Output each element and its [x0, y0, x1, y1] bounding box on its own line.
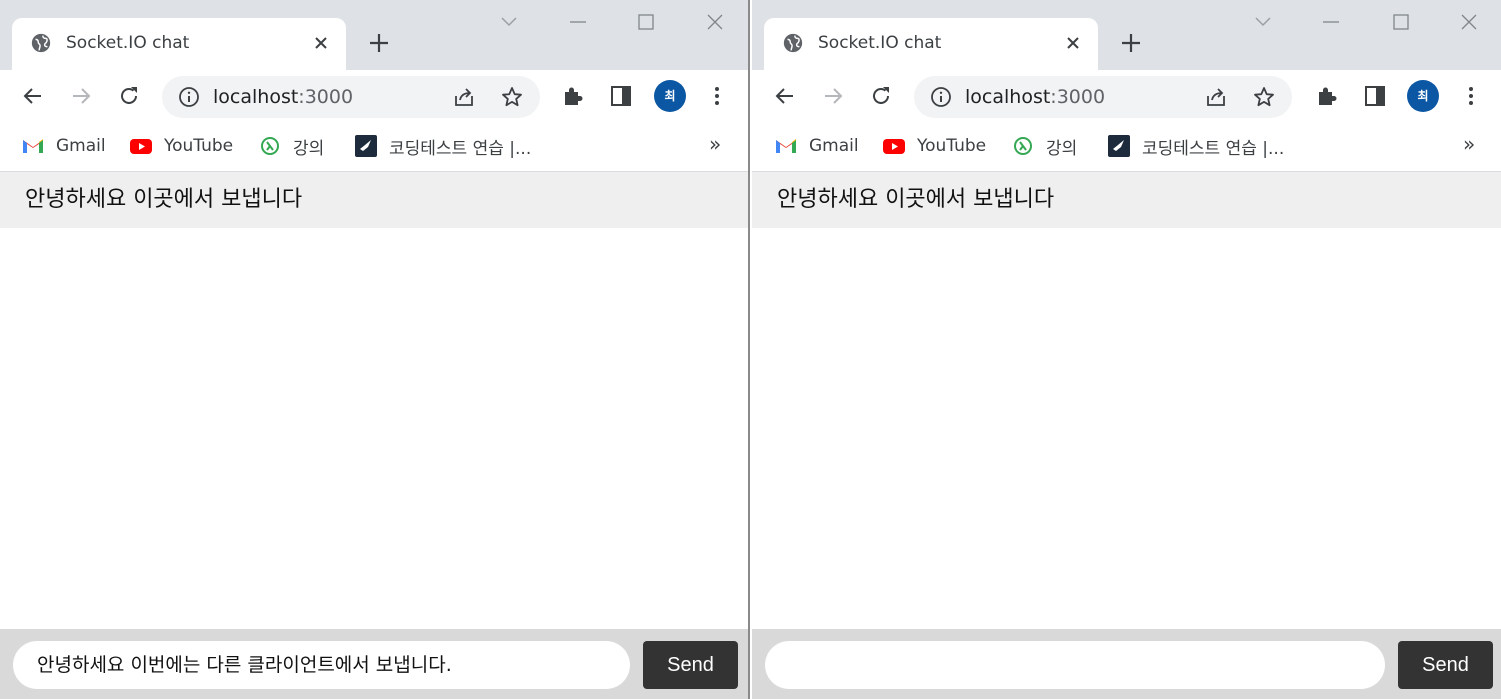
- bookmark-label: Gmail: [56, 136, 106, 156]
- message-input[interactable]: 안녕하세요 이번에는 다른 클라이언트에서 보냅니다.: [13, 641, 630, 689]
- title-bar: Socket.IO chat: [0, 0, 748, 70]
- close-tab-icon[interactable]: [312, 34, 330, 52]
- bookmark-lecture[interactable]: 강의: [258, 134, 325, 159]
- browser-window-left: Socket.IO chat localhost:3000 최 Gmail Yo…: [0, 0, 750, 699]
- globe-icon: [783, 33, 803, 53]
- url-text[interactable]: localhost:3000: [965, 86, 1105, 108]
- message-list: 안녕하세요 이곳에서 보냅니다: [752, 172, 1501, 228]
- message-list: 안녕하세요 이곳에서 보냅니다: [0, 172, 748, 228]
- youtube-icon: [130, 139, 152, 154]
- bookmark-youtube[interactable]: YouTube: [129, 134, 233, 158]
- profile-avatar[interactable]: 최: [654, 80, 686, 112]
- address-bar[interactable]: localhost:3000: [162, 76, 540, 118]
- minimize-icon[interactable]: [566, 10, 590, 34]
- minimize-icon[interactable]: [1319, 10, 1343, 34]
- bookmark-gmail[interactable]: Gmail: [21, 134, 106, 158]
- share-icon[interactable]: [452, 85, 476, 109]
- url-port: :3000: [1050, 86, 1106, 108]
- chat-form: Send: [752, 629, 1501, 699]
- side-panel-icon[interactable]: [609, 84, 633, 108]
- bookmark-label: 강의: [1046, 138, 1078, 159]
- new-tab-icon[interactable]: [1119, 31, 1143, 55]
- info-icon[interactable]: [178, 86, 200, 108]
- gmail-icon: [23, 139, 43, 153]
- bookmarks-bar: Gmail YouTube 강의 코딩테스트 연습 |... »: [0, 124, 748, 172]
- lecture-icon: [1014, 137, 1032, 155]
- forward-arrow-icon[interactable]: [69, 84, 93, 108]
- send-button[interactable]: Send: [1398, 641, 1493, 689]
- profile-avatar[interactable]: 최: [1407, 80, 1439, 112]
- extensions-puzzle-icon[interactable]: [561, 84, 585, 108]
- back-arrow-icon[interactable]: [21, 84, 45, 108]
- bookmark-lecture[interactable]: 강의: [1011, 134, 1078, 159]
- new-tab-icon[interactable]: [367, 31, 391, 55]
- chat-page: 안녕하세요 이곳에서 보냅니다 안녕하세요 이번에는 다른 클라이언트에서 보냅…: [0, 172, 748, 699]
- bookmark-coding-test[interactable]: 코딩테스트 연습 |...: [354, 134, 532, 159]
- chat-form: 안녕하세요 이번에는 다른 클라이언트에서 보냅니다. Send: [0, 629, 748, 699]
- title-bar: Socket.IO chat: [752, 0, 1501, 70]
- reload-icon[interactable]: [869, 84, 893, 108]
- info-icon[interactable]: [930, 86, 952, 108]
- address-bar[interactable]: localhost:3000: [914, 76, 1292, 118]
- bookmark-label: 코딩테스트 연습 |...: [1142, 138, 1285, 159]
- browser-window-right: Socket.IO chat localhost:3000 최 Gmail Yo…: [752, 0, 1501, 699]
- url-host: localhost: [213, 86, 299, 108]
- side-panel-icon[interactable]: [1363, 84, 1387, 108]
- maximize-icon[interactable]: [1389, 10, 1413, 34]
- lecture-icon: [261, 137, 279, 155]
- url-port: :3000: [298, 86, 354, 108]
- youtube-icon: [883, 139, 905, 154]
- more-bookmarks-chevron[interactable]: »: [709, 132, 721, 156]
- extensions-puzzle-icon[interactable]: [1315, 84, 1339, 108]
- browser-toolbar: localhost:3000 최: [752, 70, 1501, 124]
- gmail-icon: [776, 139, 796, 153]
- message-item: 안녕하세요 이곳에서 보냅니다: [0, 172, 748, 228]
- bookmark-label: YouTube: [164, 136, 234, 156]
- tab-title: Socket.IO chat: [66, 33, 190, 53]
- programmers-icon: [355, 135, 377, 157]
- forward-arrow-icon[interactable]: [821, 84, 845, 108]
- url-text[interactable]: localhost:3000: [213, 86, 353, 108]
- maximize-icon[interactable]: [634, 10, 658, 34]
- globe-icon: [31, 33, 51, 53]
- bookmark-star-icon[interactable]: [500, 85, 524, 109]
- message-item: 안녕하세요 이곳에서 보냅니다: [752, 172, 1501, 228]
- tab-title: Socket.IO chat: [818, 33, 942, 53]
- browser-toolbar: localhost:3000 최: [0, 70, 748, 124]
- back-arrow-icon[interactable]: [773, 84, 797, 108]
- bookmark-gmail[interactable]: Gmail: [774, 134, 859, 158]
- bookmark-star-icon[interactable]: [1252, 85, 1276, 109]
- programmers-icon: [1108, 135, 1130, 157]
- tab-socketio-chat[interactable]: Socket.IO chat: [764, 18, 1098, 70]
- close-window-icon[interactable]: [703, 10, 727, 34]
- more-bookmarks-chevron[interactable]: »: [1463, 132, 1475, 156]
- send-button[interactable]: Send: [643, 641, 738, 689]
- tab-search-chevron-icon[interactable]: [497, 10, 521, 34]
- kebab-menu-icon[interactable]: [705, 84, 729, 108]
- kebab-menu-icon[interactable]: [1459, 84, 1483, 108]
- chat-page: 안녕하세요 이곳에서 보냅니다 Send: [752, 172, 1501, 699]
- tab-socketio-chat[interactable]: Socket.IO chat: [12, 18, 346, 70]
- bookmark-label: 강의: [293, 138, 325, 159]
- message-input[interactable]: [765, 641, 1385, 689]
- bookmark-label: Gmail: [809, 136, 859, 156]
- reload-icon[interactable]: [117, 84, 141, 108]
- bookmark-label: 코딩테스트 연습 |...: [389, 138, 532, 159]
- url-host: localhost: [965, 86, 1051, 108]
- bookmark-label: YouTube: [917, 136, 987, 156]
- bookmarks-bar: Gmail YouTube 강의 코딩테스트 연습 |... »: [752, 124, 1501, 172]
- share-icon[interactable]: [1204, 85, 1228, 109]
- close-tab-icon[interactable]: [1064, 34, 1082, 52]
- bookmark-coding-test[interactable]: 코딩테스트 연습 |...: [1107, 134, 1285, 159]
- tab-search-chevron-icon[interactable]: [1251, 10, 1275, 34]
- bookmark-youtube[interactable]: YouTube: [882, 134, 986, 158]
- close-window-icon[interactable]: [1457, 10, 1481, 34]
